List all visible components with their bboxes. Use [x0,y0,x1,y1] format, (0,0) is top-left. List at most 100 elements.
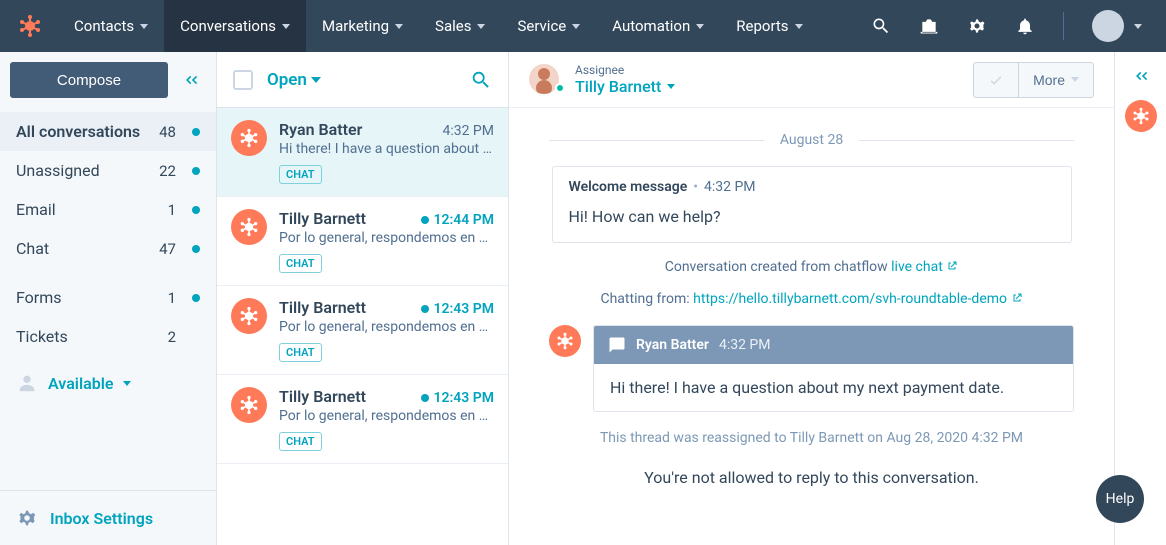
nav-label: Marketing [322,17,389,35]
conversation-item[interactable]: Ryan Batter4:32 PMHi there! I have a que… [217,108,508,197]
conversation-preview: Hi there! I have a question about … [279,141,494,157]
message-sender: Ryan Batter [636,337,709,353]
assignee-picker[interactable]: Assignee Tilly Barnett [529,63,675,97]
expand-rail-icon[interactable] [1131,66,1151,86]
nav-label: Reports [736,17,788,35]
conversation-preview: Por lo general, respondemos en u… [279,319,494,335]
chevron-down-icon [667,84,675,89]
nav-label: Sales [435,17,471,35]
conversation-item[interactable]: Tilly Barnett12:43 PMPor lo general, res… [217,375,508,464]
nav-label: Automation [612,17,690,35]
person-icon [16,372,38,394]
chatting-from: Chatting from: https://hello.tillybarnet… [549,291,1074,307]
conversation-detail: Assignee Tilly Barnett More August 28 We… [509,52,1114,545]
sidebar-item-count: 48 [159,123,176,141]
mark-done-button[interactable] [973,62,1019,98]
conversation-name: Tilly Barnett [279,298,366,317]
unread-dot-icon [192,245,200,253]
sidebar-item-count: 1 [168,289,176,307]
nav-sales[interactable]: Sales [419,0,501,52]
chatflow-link[interactable]: live chat [891,259,943,275]
top-nav: Contacts Conversations Marketing Sales Servi… [0,0,1166,52]
notifications-bell-icon[interactable] [1015,16,1035,36]
settings-gear-icon[interactable] [967,16,987,36]
welcome-time: 4:32 PM [704,179,756,195]
sidebar: Compose All conversations 48 Unassigned 22 E… [0,52,217,545]
unread-dot-icon [192,294,200,302]
conversation-list: Open Ryan Batter4:32 PMHi there! I have … [217,52,509,545]
chatflow-origin: Conversation created from chatflow live … [549,259,1074,275]
channel-badge: CHAT [279,343,322,362]
sidebar-item-count: 47 [159,240,176,258]
external-link-icon [946,260,958,272]
chevron-down-icon [311,77,321,83]
sidebar-item-count: 2 [168,328,176,346]
sidebar-item-all-conversations[interactable]: All conversations 48 [0,112,216,151]
assignee-name: Tilly Barnett [575,77,661,96]
chevron-down-icon [1134,24,1142,29]
sidebar-item-email[interactable]: Email1 [0,190,216,229]
unread-dot-icon [421,216,429,224]
inbox-settings-label: Inbox Settings [50,509,153,528]
chatting-from-link[interactable]: https://hello.tillybarnett.com/svh-round… [693,291,1007,307]
chevron-down-icon [795,24,803,29]
conversation-preview: Por lo general, respondemos en u… [279,230,494,246]
chevron-down-icon [572,24,580,29]
date-separator: August 28 [549,132,1074,148]
sidebar-item-tickets[interactable]: Tickets 2 [0,317,216,356]
hubspot-contact-icon[interactable] [1125,100,1157,132]
select-all-checkbox[interactable] [233,70,253,90]
compose-button[interactable]: Compose [10,62,168,98]
hubspot-logo-icon[interactable] [12,8,48,44]
conversation-item[interactable]: Tilly Barnett 12:44 PM Por lo general, res… [217,197,508,286]
nav-label: Conversations [180,17,276,35]
divider [1063,12,1064,40]
search-icon[interactable] [470,69,492,91]
sidebar-item-unassigned[interactable]: Unassigned 22 [0,151,216,190]
conversation-time: 12:43 PM [421,390,494,406]
welcome-body: Hi! How can we help? [553,199,1071,242]
more-actions-button[interactable]: More [1019,62,1094,98]
status-filter[interactable]: Open [267,70,321,90]
sidebar-item-label: Tickets [16,327,68,346]
right-rail [1114,52,1166,545]
status-filter-label: Open [267,70,307,90]
chevron-down-icon [696,24,704,29]
search-icon[interactable] [871,16,891,36]
sidebar-item-forms[interactable]: Forms1 [0,278,216,317]
nav-marketing[interactable]: Marketing [306,0,419,52]
chevron-down-icon [140,24,148,29]
conversation-time: 4:32 PM [442,123,494,139]
more-label: More [1033,72,1065,88]
gear-icon [16,507,38,529]
sidebar-item-label: Chat [16,239,49,258]
inbox-settings-link[interactable]: Inbox Settings [0,490,216,545]
nav-reports[interactable]: Reports [720,0,818,52]
channel-badge: CHAT [279,432,322,451]
nav-automation[interactable]: Automation [596,0,720,52]
channel-badge: CHAT [279,165,322,184]
availability-label: Available [48,374,113,393]
account-menu[interactable] [1092,10,1142,42]
sidebar-item-count: 22 [159,162,176,180]
marketplace-icon[interactable] [919,16,939,36]
conversation-time: 12:44 PM [421,212,494,228]
chevron-down-icon [282,24,290,29]
sidebar-item-label: Unassigned [16,161,100,180]
conversation-avatar-icon [231,387,267,423]
welcome-title: Welcome message [569,179,688,195]
reply-restriction: You're not allowed to reply to this conv… [549,468,1074,487]
nav-label: Service [517,17,566,35]
help-button[interactable]: Help [1096,475,1144,523]
availability-toggle[interactable]: Available [0,360,216,406]
collapse-sidebar-icon[interactable] [178,67,204,93]
chat-bubble-icon [608,336,626,354]
sidebar-item-label: Email [16,200,56,219]
sidebar-item-label: All conversations [16,122,140,141]
nav-contacts[interactable]: Contacts [58,0,164,52]
sidebar-item-chat[interactable]: Chat 47 [0,229,216,268]
conversation-name: Tilly Barnett [279,209,366,228]
nav-service[interactable]: Service [501,0,596,52]
conversation-item[interactable]: Tilly Barnett12:43 PMPor lo general, res… [217,286,508,375]
nav-conversations[interactable]: Conversations [164,0,306,52]
